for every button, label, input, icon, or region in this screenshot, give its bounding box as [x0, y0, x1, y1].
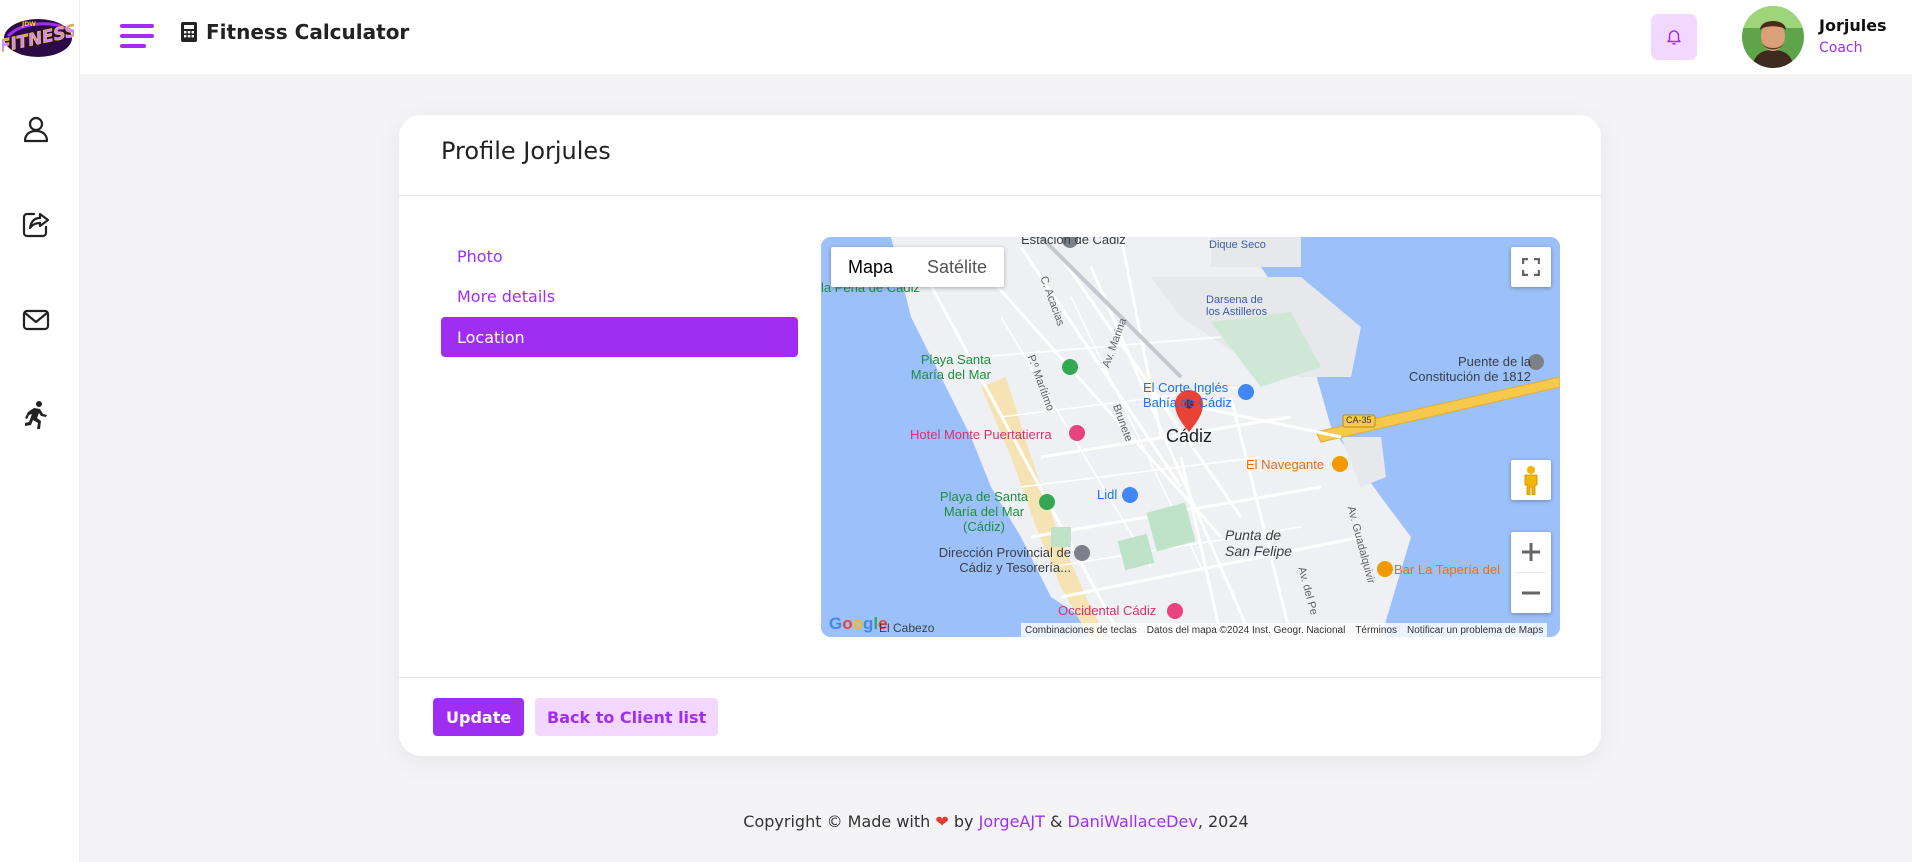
map-label: Puente de la Constitución de 1812 — [1408, 354, 1531, 384]
zoom-out-button[interactable] — [1511, 573, 1551, 613]
update-button[interactable]: Update — [433, 698, 525, 736]
brand-logo[interactable]: FITNESS JDW — [0, 8, 79, 62]
divider — [399, 195, 1601, 196]
map-label: El Navegante — [1246, 457, 1325, 472]
calculator-icon — [181, 22, 197, 42]
menu-toggle-icon[interactable] — [120, 22, 154, 50]
copyright-text: Copyright © Made with — [743, 812, 931, 831]
pegman-icon — [1524, 466, 1538, 495]
terms-link[interactable]: Términos — [1355, 625, 1397, 636]
map-label: Cádiz — [1166, 426, 1213, 446]
page-title: Profile Jorjules — [441, 137, 611, 165]
sidebar: FITNESS JDW — [0, 0, 80, 862]
by-text: by — [953, 812, 974, 831]
map-label: Dirección Provincial de Cádiz y Tesorerí… — [938, 545, 1071, 575]
divider — [399, 677, 1601, 678]
app-title: Fitness Calculator — [180, 20, 409, 44]
page-footer: Copyright © Made with ❤ by JorgeAJT & Da… — [80, 812, 1912, 831]
topbar: Fitness Calculator Jorjules Coach — [80, 0, 1912, 74]
map-type-satellite-button[interactable]: Satélite — [910, 247, 1004, 287]
map-label: Hotel Monte Puertatierra — [910, 427, 1052, 442]
running-icon[interactable] — [18, 397, 54, 433]
bell-icon — [1667, 30, 1681, 45]
zoom-control — [1511, 532, 1551, 613]
map-label: El Corte Inglés Bahía de Cádiz — [1143, 380, 1232, 410]
mail-icon[interactable] — [18, 302, 54, 338]
map-type-control: Mapa Satélite — [831, 247, 1005, 287]
map-label: Playa de Santa María del Mar (Cádiz) — [939, 489, 1029, 534]
back-to-client-list-button[interactable]: Back to Client list — [535, 698, 719, 736]
author-link-daniwallacedev[interactable]: DaniWallaceDev — [1068, 812, 1198, 831]
tab-location[interactable]: Location — [441, 317, 798, 357]
fullscreen-icon — [1522, 258, 1540, 276]
map-label: Occidental Cádiz — [1058, 603, 1157, 618]
map-label: Punta de San Felipe — [1225, 527, 1292, 559]
tab-more-details[interactable]: More details — [441, 276, 798, 316]
svg-text:JDW: JDW — [21, 21, 36, 28]
minus-icon — [1522, 591, 1540, 595]
year-text: , 2024 — [1197, 812, 1249, 831]
map-label: Lidl — [1097, 487, 1118, 502]
map-label: Estación de Cádiz — [1021, 237, 1126, 247]
user-role: Coach — [1819, 40, 1863, 56]
profile-card: Profile Jorjules Photo More details Loca… — [399, 115, 1601, 756]
fullscreen-button[interactable] — [1511, 247, 1551, 287]
zoom-in-button[interactable] — [1511, 532, 1551, 572]
app-title-text: Fitness Calculator — [206, 20, 410, 44]
ampersand-text: & — [1049, 812, 1063, 831]
tab-photo[interactable]: Photo — [441, 236, 798, 276]
map-label: CA-35 — [1346, 415, 1372, 425]
map-data-attribution: Datos del mapa ©2024 Inst. Geogr. Nacion… — [1146, 624, 1346, 636]
user-icon[interactable] — [18, 111, 54, 147]
keyboard-shortcuts-link[interactable]: Combinaciones de teclas — [1025, 625, 1137, 636]
map-label: Darsena de los Astilleros — [1206, 294, 1268, 318]
map-label: Playa Santa María del Mar — [910, 352, 991, 382]
map-footer: Combinaciones de teclas Datos del mapa ©… — [1021, 623, 1548, 637]
map-label: Dique Seco — [1209, 239, 1266, 251]
street-view-button[interactable] — [1511, 460, 1551, 500]
share-icon[interactable] — [18, 206, 54, 242]
map-type-map-button[interactable]: Mapa — [831, 247, 910, 287]
heart-icon: ❤ — [935, 812, 949, 831]
report-problem-link[interactable]: Notificar un problema de Maps — [1407, 625, 1543, 636]
map-label: Bar La Tapería del — [1394, 562, 1500, 577]
author-link-jorgeajt[interactable]: JorgeAJT — [979, 812, 1045, 831]
plus-icon — [1522, 543, 1540, 561]
location-map[interactable]: Estación de Cádiz Dique Seco la Peña de … — [821, 237, 1560, 637]
user-name: Jorjules — [1819, 16, 1887, 35]
avatar[interactable] — [1742, 6, 1804, 68]
notifications-button[interactable] — [1651, 14, 1697, 60]
map-label: El Cabezo — [879, 621, 935, 635]
